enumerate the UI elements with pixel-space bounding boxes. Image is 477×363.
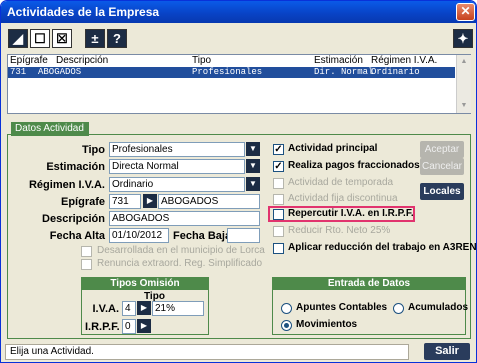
plusminus-icon: ± [91, 31, 99, 46]
title-bar: Actividades de la Empresa ✕ [1, 1, 476, 23]
repercutir-checkbox[interactable] [273, 209, 284, 220]
delete-icon: ☒ [56, 31, 68, 46]
aplicar-label: Aplicar reducción del trabajo en A3REN [288, 242, 477, 253]
irpf-lookup-icon[interactable]: ▶ [137, 319, 151, 333]
iva-code-input[interactable]: 4 [122, 301, 136, 316]
aplicar-checkbox[interactable] [273, 243, 284, 254]
fecha-baja-input[interactable] [227, 228, 260, 243]
tipo-select[interactable]: Profesionales [109, 142, 245, 157]
acumulados-radio[interactable] [393, 303, 404, 314]
app-window: Actividades de la Empresa ✕ ◢ ☐ ☒ ± ? ✦ … [0, 0, 477, 363]
activities-table[interactable]: Epígrafe Descripción Tipo Estimación Rég… [7, 54, 471, 114]
pagos-fraccionados-label: Realiza pagos fraccionados [288, 160, 420, 171]
descripcion-input[interactable]: ABOGADOS [109, 211, 260, 226]
pagos-fraccionados-checkbox[interactable]: ✓ [273, 161, 284, 172]
epigrafe-code-input[interactable]: 731 [109, 194, 141, 209]
fecha-alta-label: Fecha Alta [49, 230, 105, 242]
plusminus-button[interactable]: ± [85, 29, 105, 48]
repercutir-label: Repercutir I.V.A. en I.R.P.F. [288, 208, 414, 219]
cell-estimacion: Dir. Normal [314, 67, 374, 77]
status-bar: Elija una Actividad. [5, 344, 409, 360]
table-header: Epígrafe Descripción Tipo Estimación Rég… [8, 55, 455, 66]
acumulados-label: Acumulados [408, 302, 469, 313]
fija-discontinua-checkbox[interactable] [273, 194, 284, 205]
reducir-checkbox[interactable] [273, 226, 284, 237]
cell-regimen: Ordinario [371, 67, 420, 77]
reducir-label: Reducir Rto. Neto 25% [288, 225, 391, 236]
cell-descripcion: ABOGADOS [38, 67, 82, 77]
renuncia-label: Renuncia extraord. Reg. Simplificado [97, 258, 263, 269]
fija-discontinua-label: Actividad fija discontinua [288, 193, 398, 204]
lorca-label: Desarrollada en el municipio de Lorca [97, 245, 265, 256]
scroll-down-icon[interactable]: ▼ [457, 99, 471, 113]
estimacion-label: Estimación [46, 161, 105, 173]
regimen-iva-dropdown-icon[interactable]: ▼ [246, 177, 260, 191]
apuntes-radio[interactable] [281, 303, 292, 314]
movimientos-radio[interactable] [281, 320, 292, 331]
estimacion-dropdown-icon[interactable]: ▼ [246, 159, 260, 173]
tipo-dropdown-icon[interactable]: ▼ [246, 142, 260, 156]
header-epigrafe: Epígrafe [10, 55, 48, 66]
table-row[interactable]: 731 ABOGADOS Profesionales Dir. Normal O… [8, 67, 455, 78]
header-estimacion: Estimación [314, 55, 363, 66]
scroll-up-icon[interactable]: ▲ [457, 55, 471, 69]
window-title: Actividades de la Empresa [7, 5, 160, 19]
locales-button[interactable]: Locales [420, 183, 464, 200]
fecha-baja-label: Fecha Baja [173, 230, 232, 242]
iva-lookup-icon[interactable]: ▶ [137, 301, 151, 315]
wizard-button[interactable]: ✦ [453, 29, 473, 48]
close-button[interactable]: ✕ [456, 3, 475, 21]
regimen-iva-label: Régimen I.V.A. [28, 179, 105, 191]
salir-button[interactable]: Salir [424, 343, 470, 360]
magic-wand-icon: ✦ [457, 31, 469, 46]
entrada-datos-title: Entrada de Datos [272, 277, 466, 290]
header-regimen: Régimen I.V.A. [371, 55, 438, 66]
cancelar-button[interactable]: Cancelar [420, 158, 464, 175]
header-tipo: Tipo [192, 55, 212, 66]
new-button[interactable]: ☐ [30, 29, 50, 48]
iva-label: I.V.A. [92, 303, 120, 315]
temporada-checkbox[interactable] [273, 178, 284, 189]
fecha-alta-input[interactable]: 01/10/2012 [109, 228, 169, 243]
epigrafe-desc-field: ABOGADOS [158, 194, 260, 209]
edit-icon: ◢ [13, 31, 23, 46]
cell-tipo: Profesionales [192, 67, 263, 77]
delete-button[interactable]: ☒ [52, 29, 72, 48]
tab-datos-actividad[interactable]: Datos Actividad [11, 122, 89, 136]
actividad-principal-checkbox[interactable]: ✓ [273, 144, 284, 155]
apuntes-label: Apuntes Contables [296, 302, 388, 313]
cell-epigrafe: 731 [10, 67, 27, 77]
tipos-omision-title: Tipos Omisión [81, 277, 209, 290]
irpf-code-input[interactable]: 0 [122, 319, 136, 334]
new-icon: ☐ [34, 31, 46, 46]
table-scrollbar[interactable]: ▲ ▼ [456, 55, 471, 113]
actividad-principal-label: Actividad principal [288, 143, 378, 154]
tipo-label: Tipo [81, 144, 105, 156]
aceptar-button[interactable]: Aceptar [420, 141, 464, 158]
edit-button[interactable]: ◢ [8, 29, 28, 48]
help-button[interactable]: ? [107, 29, 127, 48]
estimacion-select[interactable]: Directa Normal [109, 159, 245, 174]
movimientos-label: Movimientos [296, 319, 358, 330]
epigrafe-lookup-icon[interactable]: ▶ [143, 194, 157, 208]
lorca-checkbox[interactable] [81, 246, 92, 257]
help-icon: ? [113, 31, 121, 46]
iva-value-field: 21% [152, 301, 204, 316]
temporada-label: Actividad de temporada [288, 177, 394, 188]
descripcion-label: Descripción [42, 213, 105, 225]
header-descripcion: Descripción [56, 55, 109, 66]
irpf-label: I.R.P.F. [85, 321, 120, 333]
epigrafe-label: Epígrafe [60, 196, 105, 208]
renuncia-checkbox[interactable] [81, 259, 92, 270]
regimen-iva-select[interactable]: Ordinario [109, 177, 245, 192]
